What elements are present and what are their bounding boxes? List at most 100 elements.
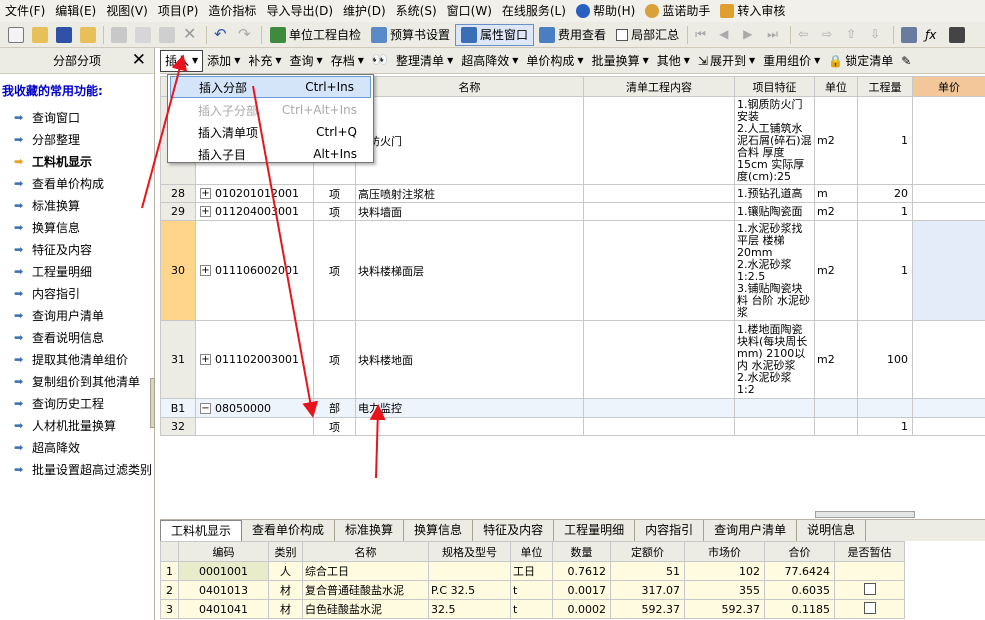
menu-project[interactable]: 项目(P) [153,0,204,22]
col-header-temp[interactable]: 是否暂估 [834,541,905,562]
arrow-down-icon[interactable]: ⇩ [870,27,886,43]
table-row[interactable]: 2 0401013 材 复合普通硅酸盐水泥 P.C 32.5 t 0.0017 … [160,580,905,600]
row-quota[interactable]: 51 [610,561,685,581]
lock-list-button[interactable]: 🔒 锁定清单 [824,50,897,72]
row-name[interactable]: 白色硅酸盐水泥 [302,599,429,619]
row-unit[interactable] [814,417,858,436]
col-header-price[interactable]: 单价 [912,76,985,97]
row-code[interactable]: 0401041 [178,599,269,619]
menu-maintain[interactable]: 维护(D) [338,0,391,22]
menu-view[interactable]: 视图(V) [101,0,153,22]
row-feature[interactable]: 1.水泥砂浆找平层 楼梯 20mm 2.水泥砂浆 1:2.5 3.铺贴陶瓷块料 … [734,220,815,321]
table-row[interactable]: 29 +011204003001 项 块料墙面 1.镶贴陶瓷面 m2 1 [160,202,985,221]
copy-icon[interactable] [135,26,151,43]
redo-icon[interactable]: ↷ [238,26,254,43]
scrollbar[interactable] [150,378,155,428]
menu-assistant[interactable]: 蓝诺助手 [640,0,715,22]
tab-unit-price[interactable]: 查看单价构成 [242,520,336,541]
col-header-content[interactable]: 清单工程内容 [583,76,735,97]
temp-checkbox[interactable] [863,601,876,614]
row-price[interactable] [912,96,985,185]
col-header-quota[interactable]: 定额价 [610,541,685,562]
row-name[interactable]: 质防火门 [355,96,584,185]
row-name[interactable] [355,417,584,436]
table-row[interactable]: 31 +011102003001 项 块料楼地面 1.楼地面陶瓷块料(每块周长m… [160,320,985,399]
row-content[interactable] [583,202,735,221]
menu-import-export[interactable]: 导入导出(D) [261,0,338,22]
fav-item-conversion-info[interactable]: ➡ 换算信息 [0,216,154,238]
row-unit[interactable]: m2 [814,220,858,321]
row-content[interactable] [583,320,735,399]
row-price[interactable] [912,202,985,221]
table-row[interactable]: 30 +011106002001 项 块料楼梯面层 1.水泥砂浆找平层 楼梯 2… [160,220,985,321]
row-qty[interactable] [857,398,913,418]
arrow-right-icon[interactable]: ⇨ [822,27,838,43]
row-code[interactable]: 0401013 [178,580,269,600]
row-feature[interactable]: 1.预钻孔道高 [734,184,815,203]
row-content[interactable] [583,417,735,436]
row-feature[interactable] [734,398,815,418]
row-content[interactable] [583,96,735,185]
height-reduction-button[interactable]: 超高降效 ▼ [457,50,522,72]
archive-menu-button[interactable]: 存档 ▼ [327,50,368,72]
row-qty[interactable]: 1 [857,417,913,436]
col-header-name[interactable]: 名称 [302,541,429,562]
row-spec[interactable] [428,561,511,581]
row-price[interactable] [912,320,985,399]
prev-page-icon[interactable]: ◀ [719,27,735,43]
undo-icon[interactable]: ↶ [214,26,230,43]
row-qty[interactable]: 0.7612 [552,561,611,581]
fav-item-copy-pricing[interactable]: ➡ 复制组价到其他清单 [0,370,154,392]
row-spec[interactable]: 32.5 [428,599,511,619]
row-qty[interactable]: 20 [857,184,913,203]
menu-review[interactable]: 转入审核 [715,0,790,22]
menu-cost-index[interactable]: 造价指标 [203,0,261,22]
col-header-market[interactable]: 市场价 [684,541,765,562]
row-price[interactable] [912,398,985,418]
new-file-icon[interactable] [8,26,24,43]
binoculars-icon[interactable]: 👀 [368,50,392,72]
col-header-spec[interactable]: 规格及型号 [428,541,511,562]
row-feature[interactable]: 1.镶贴陶瓷面 [734,202,815,221]
calculator-icon[interactable] [901,26,918,43]
row-market[interactable]: 592.37 [684,599,765,619]
fav-item-extract-pricing[interactable]: ➡ 提取其他清单组价 [0,348,154,370]
col-header-qty[interactable]: 数量 [552,541,611,562]
tab-quantity-detail[interactable]: 工程量明细 [554,520,636,541]
folder-icon[interactable] [80,26,96,43]
supplement-menu-button[interactable]: 补充 ▼ [244,50,285,72]
paste-icon[interactable] [159,26,175,43]
menu-help[interactable]: 帮助(H) [571,0,640,22]
open-folder-icon[interactable] [32,26,48,43]
fav-item-user-list[interactable]: ➡ 查询用户清单 [0,304,154,326]
row-name[interactable]: 综合工日 [302,561,429,581]
first-page-icon[interactable]: ⏮ [695,27,711,43]
local-summary-button[interactable]: 局部汇总 [611,24,684,46]
reuse-pricing-button[interactable]: 重用组价 ▼ [759,50,824,72]
temp-checkbox[interactable] [863,582,876,595]
arrow-left-icon[interactable]: ⇦ [798,27,814,43]
table-row[interactable]: 1 0001001 人 综合工日 工日 0.7612 51 102 77.642… [160,561,905,581]
fav-item-history[interactable]: ➡ 查询历史工程 [0,392,154,414]
row-code[interactable]: 0001001 [178,561,269,581]
property-window-button[interactable]: 属性窗口 [455,23,535,46]
table-row[interactable]: 28 +010201012001 项 高压喷射注浆桩 1.预钻孔道高 m 20 [160,184,985,203]
expand-icon[interactable]: + [200,354,211,365]
insert-menu-button[interactable]: 插入 ▼ [160,49,204,72]
row-content[interactable] [583,184,735,203]
fav-item-standard-conversion[interactable]: ➡ 标准换算 [0,194,154,216]
menu-edit[interactable]: 编辑(E) [50,0,101,22]
row-unit[interactable]: t [510,580,553,600]
tab-conversion-info[interactable]: 换算信息 [404,520,474,541]
tab-labor-material[interactable]: 工料机显示 [160,520,243,541]
row-spec[interactable]: P.C 32.5 [428,580,511,600]
row-quota[interactable]: 317.07 [610,580,685,600]
col-header-total[interactable]: 合价 [764,541,835,562]
row-unit[interactable] [814,398,858,418]
row-unit[interactable]: m2 [814,202,858,221]
next-page-icon[interactable]: ▶ [743,27,759,43]
col-header-code[interactable]: 编码 [178,541,269,562]
row-name[interactable]: 高压喷射注浆桩 [355,184,584,203]
col-header-unit[interactable]: 单位 [814,76,858,97]
row-category[interactable]: 材 [268,599,303,619]
